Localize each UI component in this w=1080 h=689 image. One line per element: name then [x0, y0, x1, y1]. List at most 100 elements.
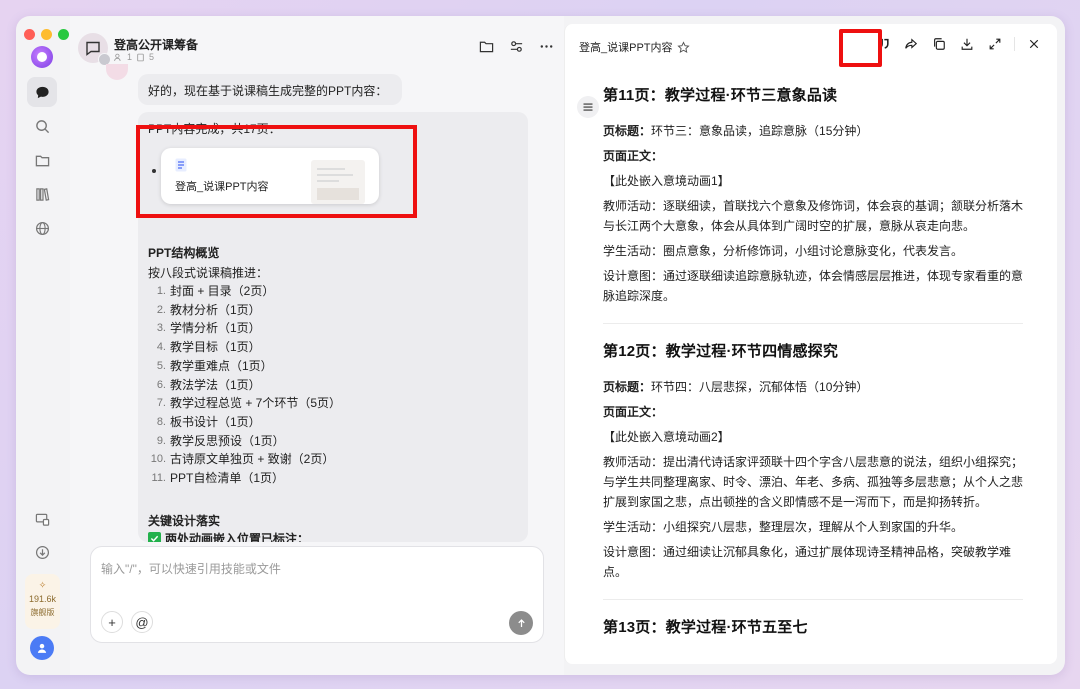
more-button[interactable] — [538, 38, 554, 54]
globe-icon — [35, 221, 49, 235]
document-body: 第11页：教学过程·环节三意象品读 页标题：环节三：意象品读，追踪意脉（15分钟… — [603, 84, 1023, 664]
page-body-label: 页面正文： — [603, 146, 1023, 166]
copy-button[interactable] — [930, 35, 948, 53]
conversation-avatar[interactable] — [78, 33, 111, 66]
page-title-line: 页标题：环节四：八层悲探，沉郁体悟（10分钟） — [603, 377, 1023, 397]
user-icon — [37, 643, 47, 653]
mention-button[interactable]: @ — [131, 611, 153, 633]
design-title: 关键设计落实 — [148, 514, 221, 528]
folder-nav-button[interactable] — [27, 145, 57, 175]
explore-nav-button[interactable] — [27, 213, 57, 243]
plan-tier: 旗舰版 — [30, 608, 55, 617]
page-body-label-text: 页面正文： — [603, 149, 664, 163]
section-heading: 第11页：教学过程·环节三意象品读 — [603, 87, 838, 104]
library-nav-button[interactable] — [27, 179, 57, 209]
conversation-title: 登高公开课筹备 — [114, 38, 199, 52]
settings-button[interactable] — [508, 38, 524, 54]
app-logo-icon[interactable] — [31, 46, 53, 68]
teacher-activity: 教师活动：逐联细读，首联找六个意象及修饰词，体会哀的基调；颔联分析落木与长江两个… — [603, 199, 1024, 233]
page-title-value: 环节四：八层悲探，沉郁体悟（10分钟） — [651, 380, 869, 394]
embed-note: 【此处嵌入意境动画1】 — [603, 174, 730, 188]
design-check-line: 两处动画嵌入位置已标注： — [148, 530, 309, 542]
chat-toolbar — [478, 38, 554, 54]
message-composer[interactable]: 输入"/"，可以快速引用技能或文件 + @ — [90, 546, 544, 643]
assistant-avatar — [106, 64, 128, 80]
list-number: 8. — [156, 415, 166, 428]
list-text: 板书设计（1页） — [170, 414, 261, 429]
expand-icon — [989, 38, 1001, 50]
student-activity: 学生活动：圈点意象，分析修饰词，小组讨论意脉变化，代表发言。 — [603, 244, 964, 258]
list-number: 6. — [156, 378, 166, 391]
credits-value: 191.6k — [28, 594, 57, 604]
send-button[interactable] — [509, 611, 533, 635]
document-title: 登高_说课PPT内容 — [579, 42, 673, 54]
ellipsis-icon — [540, 44, 552, 48]
list-number: 2. — [156, 303, 166, 316]
search-icon — [35, 119, 49, 133]
list-text: 封面 + 目录（2页） — [170, 284, 275, 298]
document-header: 登高_说课PPT内容 — [565, 24, 1057, 66]
star-icon[interactable] — [676, 40, 690, 54]
design-intent: 设计意图：通过逐联细读追踪意脉轨迹，体会情感层层推进，体现专家看重的意脉追踪深度… — [603, 269, 1024, 303]
chat-bubble-icon — [35, 86, 49, 98]
structure-list-item: 4. 教学目标（1页） — [148, 338, 508, 357]
device-nav-button[interactable] — [27, 504, 57, 534]
list-number: 10. — [150, 453, 166, 466]
structure-list-item: 9. 教学反思预设（1页） — [148, 432, 508, 451]
share-button[interactable] — [902, 35, 920, 53]
list-text: PPT自检清单（1页） — [170, 471, 285, 486]
structure-list-item: 10. 古诗原文单独页 + 致谢（2页） — [148, 450, 508, 469]
teacher-activity: 教师活动：提出清代诗话家评颈联十四个字含八层悲意的说法，组织小组探究；与学生共同… — [603, 455, 1024, 509]
page-title-label: 页标题： — [603, 124, 652, 138]
list-number: 7. — [156, 397, 166, 410]
monitor-icon — [35, 513, 49, 526]
structure-list-item: 8. 板书设计（1页） — [148, 413, 508, 432]
user-avatar[interactable] — [30, 636, 54, 660]
credits-badge[interactable]: ✧ 191.6k 旗舰版 — [25, 574, 60, 629]
page-body-label: 页面正文： — [603, 402, 1023, 422]
list-text: 教学重难点（1页） — [170, 358, 273, 373]
highlight-box-file-card — [136, 125, 417, 218]
document-toolbar — [874, 35, 1043, 53]
structure-list-item: 11. PPT自检清单（1页） — [148, 469, 508, 488]
sliders-icon — [510, 40, 522, 52]
file-count-icon — [137, 53, 144, 61]
left-rail: ✧ 191.6k 旗舰版 — [16, 16, 68, 675]
page-title-label: 页标题： — [603, 380, 652, 394]
chat-square-icon — [86, 41, 100, 56]
design-intent: 设计意图：通过细读让沉郁具象化，通过扩展体现诗圣精神品格，突破教学难点。 — [603, 545, 1012, 579]
close-panel-button[interactable] — [1025, 35, 1043, 53]
structure-list: 1. 封面 + 目录（2页） 2. 教材分析（1页） 3. 学情分析（1页） 4. 教学目标（… — [148, 282, 508, 488]
student-activity: 学生活动：小组探究八层悲，整理层次，理解从个人到家国的升华。 — [603, 520, 964, 534]
list-text: 学情分析（1页） — [170, 321, 261, 336]
folder-icon — [479, 41, 493, 52]
list-text: 教学反思预设（1页） — [170, 433, 285, 448]
chat-nav-button[interactable] — [27, 77, 57, 107]
document-panel: 登高_说课PPT内容 第11页：教学过程·环节三意象品读 页标题：环节三：意象品… — [564, 24, 1057, 664]
download-button[interactable] — [958, 35, 976, 53]
section-heading: 第13页：教学过程·环节五至七 — [603, 619, 808, 636]
structure-list-item: 6. 教法学法（1页） — [148, 376, 508, 395]
add-attachment-button[interactable]: + — [101, 611, 123, 633]
structure-list-item: 3. 学情分析（1页） — [148, 319, 508, 338]
structure-list-item: 1. 封面 + 目录（2页） — [148, 282, 508, 301]
folder-button[interactable] — [478, 38, 494, 54]
download-icon — [961, 38, 973, 50]
list-text: 教法学法（1页） — [170, 377, 261, 392]
document-title-row: 登高_说课PPT内容 — [579, 39, 690, 55]
design-check-text: 两处动画嵌入位置已标注： — [165, 532, 310, 542]
outline-toggle-button[interactable] — [577, 96, 599, 118]
structure-list-item: 2. 教材分析（1页） — [148, 301, 508, 320]
expand-button[interactable] — [986, 35, 1004, 53]
search-nav-button[interactable] — [27, 111, 57, 141]
download-nav-button[interactable] — [27, 537, 57, 567]
list-number: 3. — [156, 322, 166, 335]
list-text: 教学目标（1页） — [170, 340, 261, 355]
library-icon — [35, 187, 49, 201]
list-number: 9. — [156, 434, 166, 447]
doc-section: 第13页：教学过程·环节五至七 — [603, 616, 1023, 664]
plus-icon: + — [108, 614, 116, 630]
toolbar-divider — [1014, 37, 1015, 51]
conversation-meta: 1 5 — [114, 52, 154, 62]
list-text: 古诗原文单独页 + 致谢（2页） — [170, 452, 335, 467]
